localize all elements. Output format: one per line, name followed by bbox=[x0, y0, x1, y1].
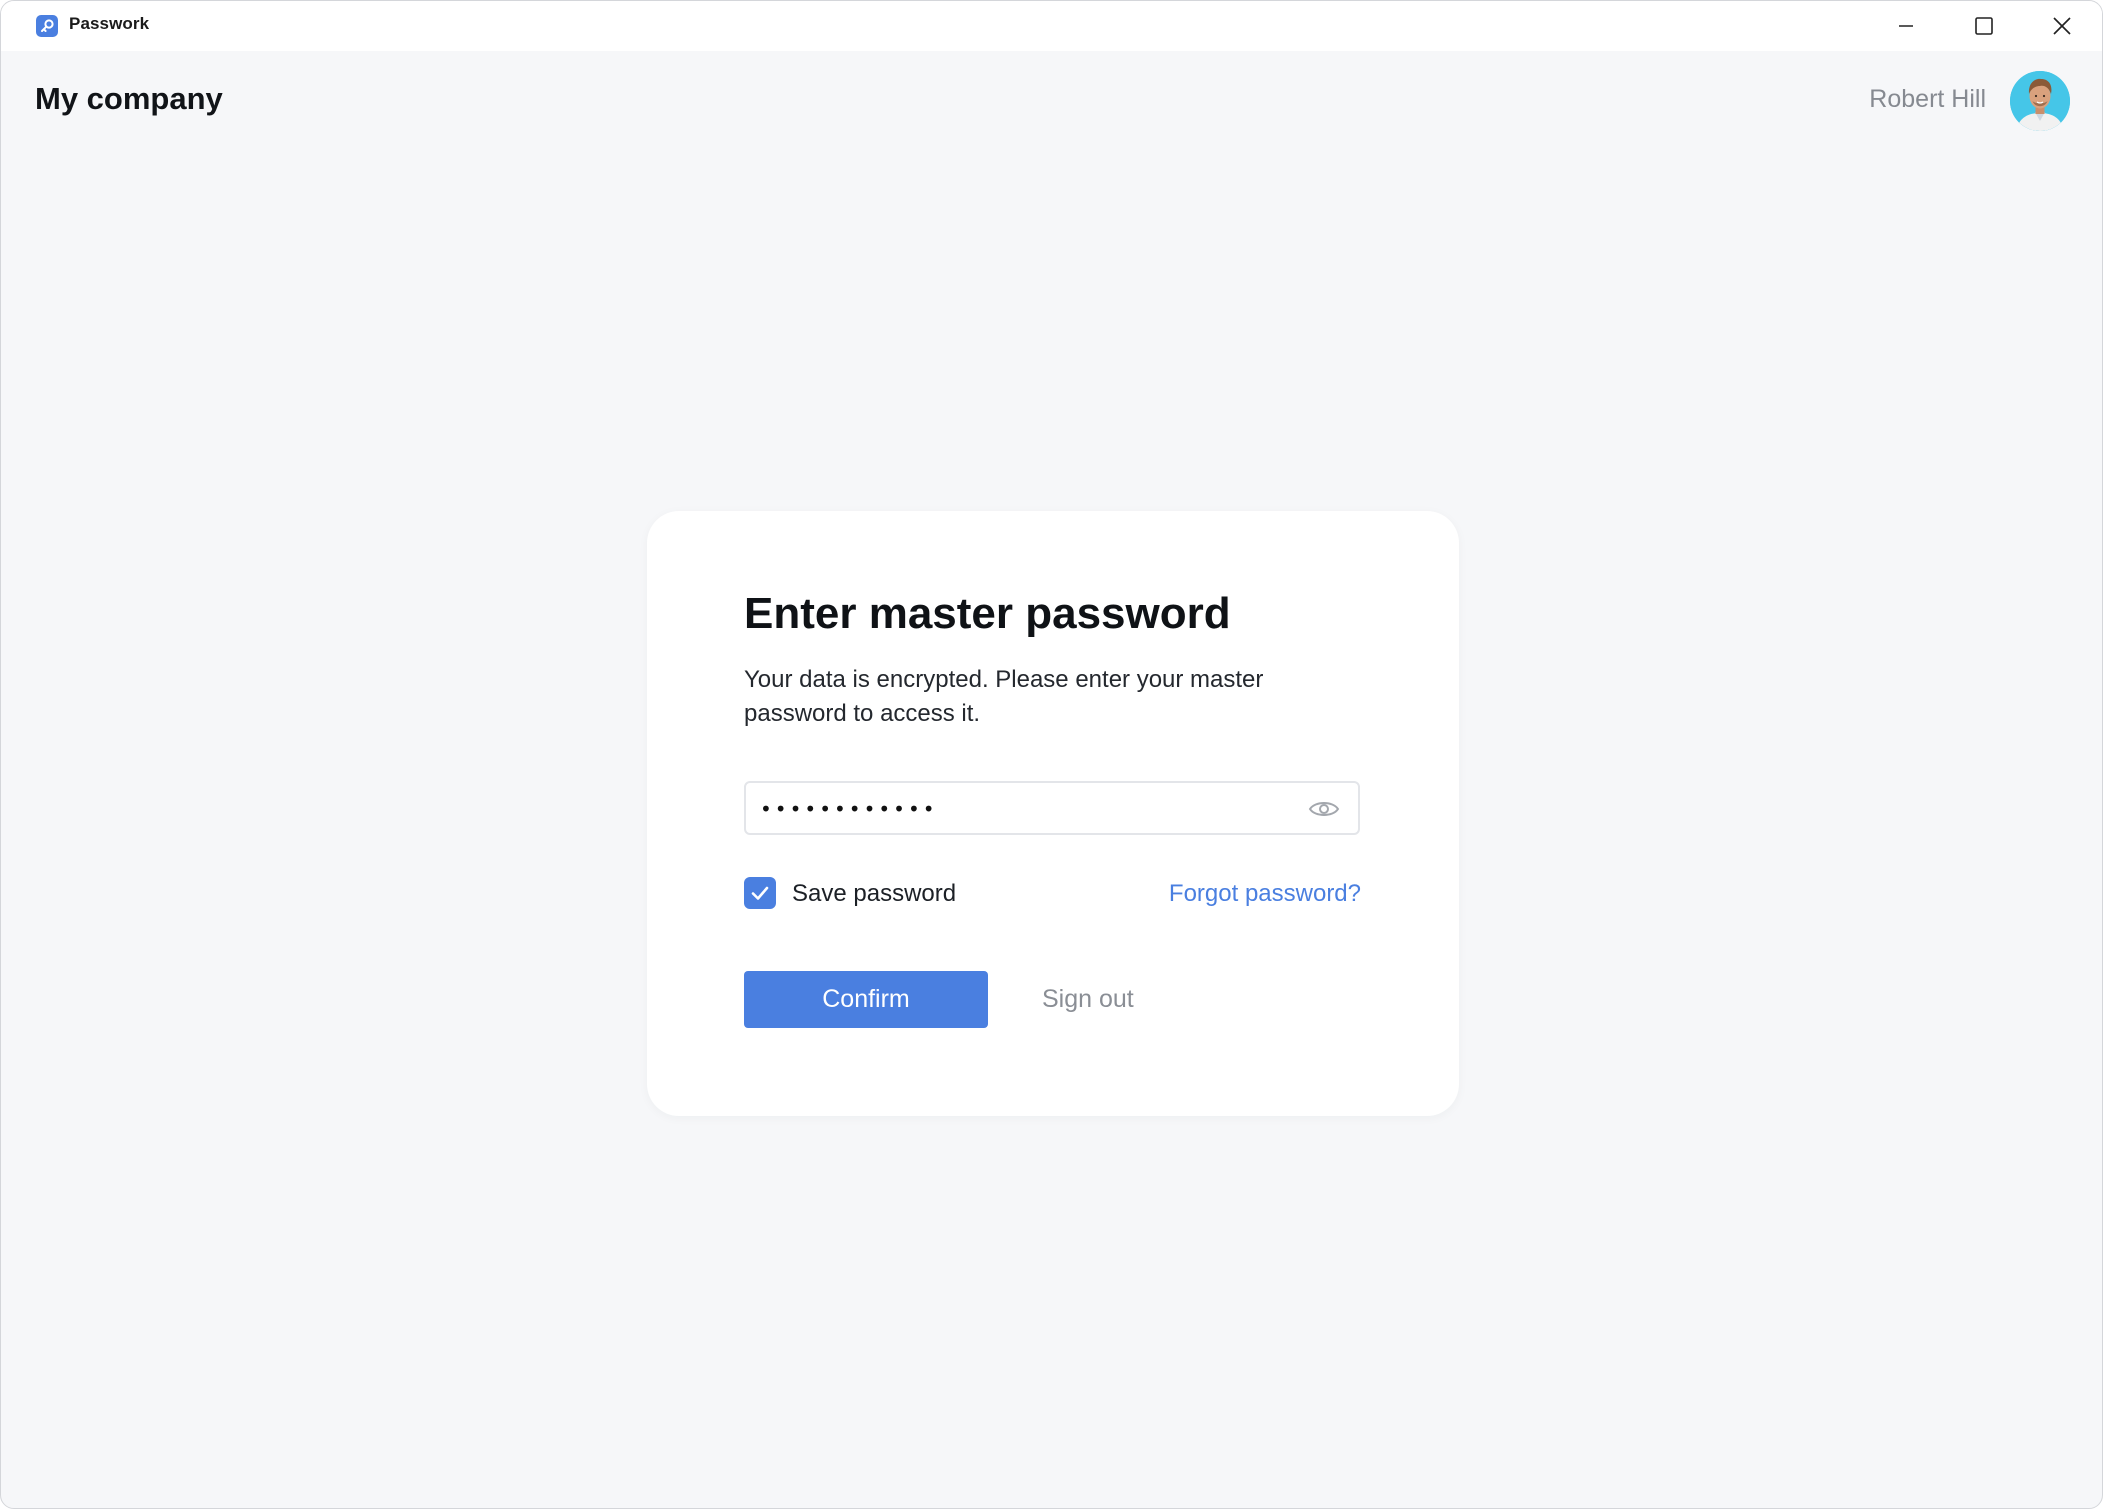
password-input[interactable] bbox=[758, 791, 1302, 827]
user-name[interactable]: Robert Hill bbox=[1869, 85, 1986, 114]
dialog-title: Enter master password bbox=[744, 589, 1231, 638]
confirm-button[interactable]: Confirm bbox=[744, 971, 988, 1028]
maximize-icon bbox=[1975, 17, 1993, 35]
company-name[interactable]: My company bbox=[35, 81, 223, 117]
eye-icon[interactable] bbox=[1308, 797, 1340, 821]
save-password-label[interactable]: Save password bbox=[792, 880, 956, 908]
title-bar: Passwork bbox=[1, 1, 2102, 51]
close-button[interactable] bbox=[2025, 1, 2099, 51]
checkmark-icon bbox=[751, 886, 769, 900]
minimize-button[interactable] bbox=[1869, 1, 1943, 51]
master-password-dialog: Enter master password Your data is encry… bbox=[647, 511, 1459, 1116]
password-field[interactable] bbox=[744, 781, 1360, 835]
maximize-button[interactable] bbox=[1947, 1, 2021, 51]
forgot-password-link[interactable]: Forgot password? bbox=[1169, 880, 1361, 908]
save-password-checkbox[interactable] bbox=[744, 877, 776, 909]
minimize-icon bbox=[1899, 25, 1913, 27]
dialog-description: Your data is encrypted. Please enter you… bbox=[744, 666, 1264, 727]
avatar[interactable] bbox=[2010, 71, 2070, 131]
sign-out-button[interactable]: Sign out bbox=[1030, 971, 1146, 1028]
app-window: Passwork My company Robert Hill Enter ma… bbox=[0, 0, 2103, 1509]
app-name: Passwork bbox=[69, 14, 150, 33]
user-avatar-icon bbox=[2010, 71, 2070, 131]
passwork-logo-icon bbox=[36, 15, 58, 37]
close-icon bbox=[2053, 17, 2071, 35]
